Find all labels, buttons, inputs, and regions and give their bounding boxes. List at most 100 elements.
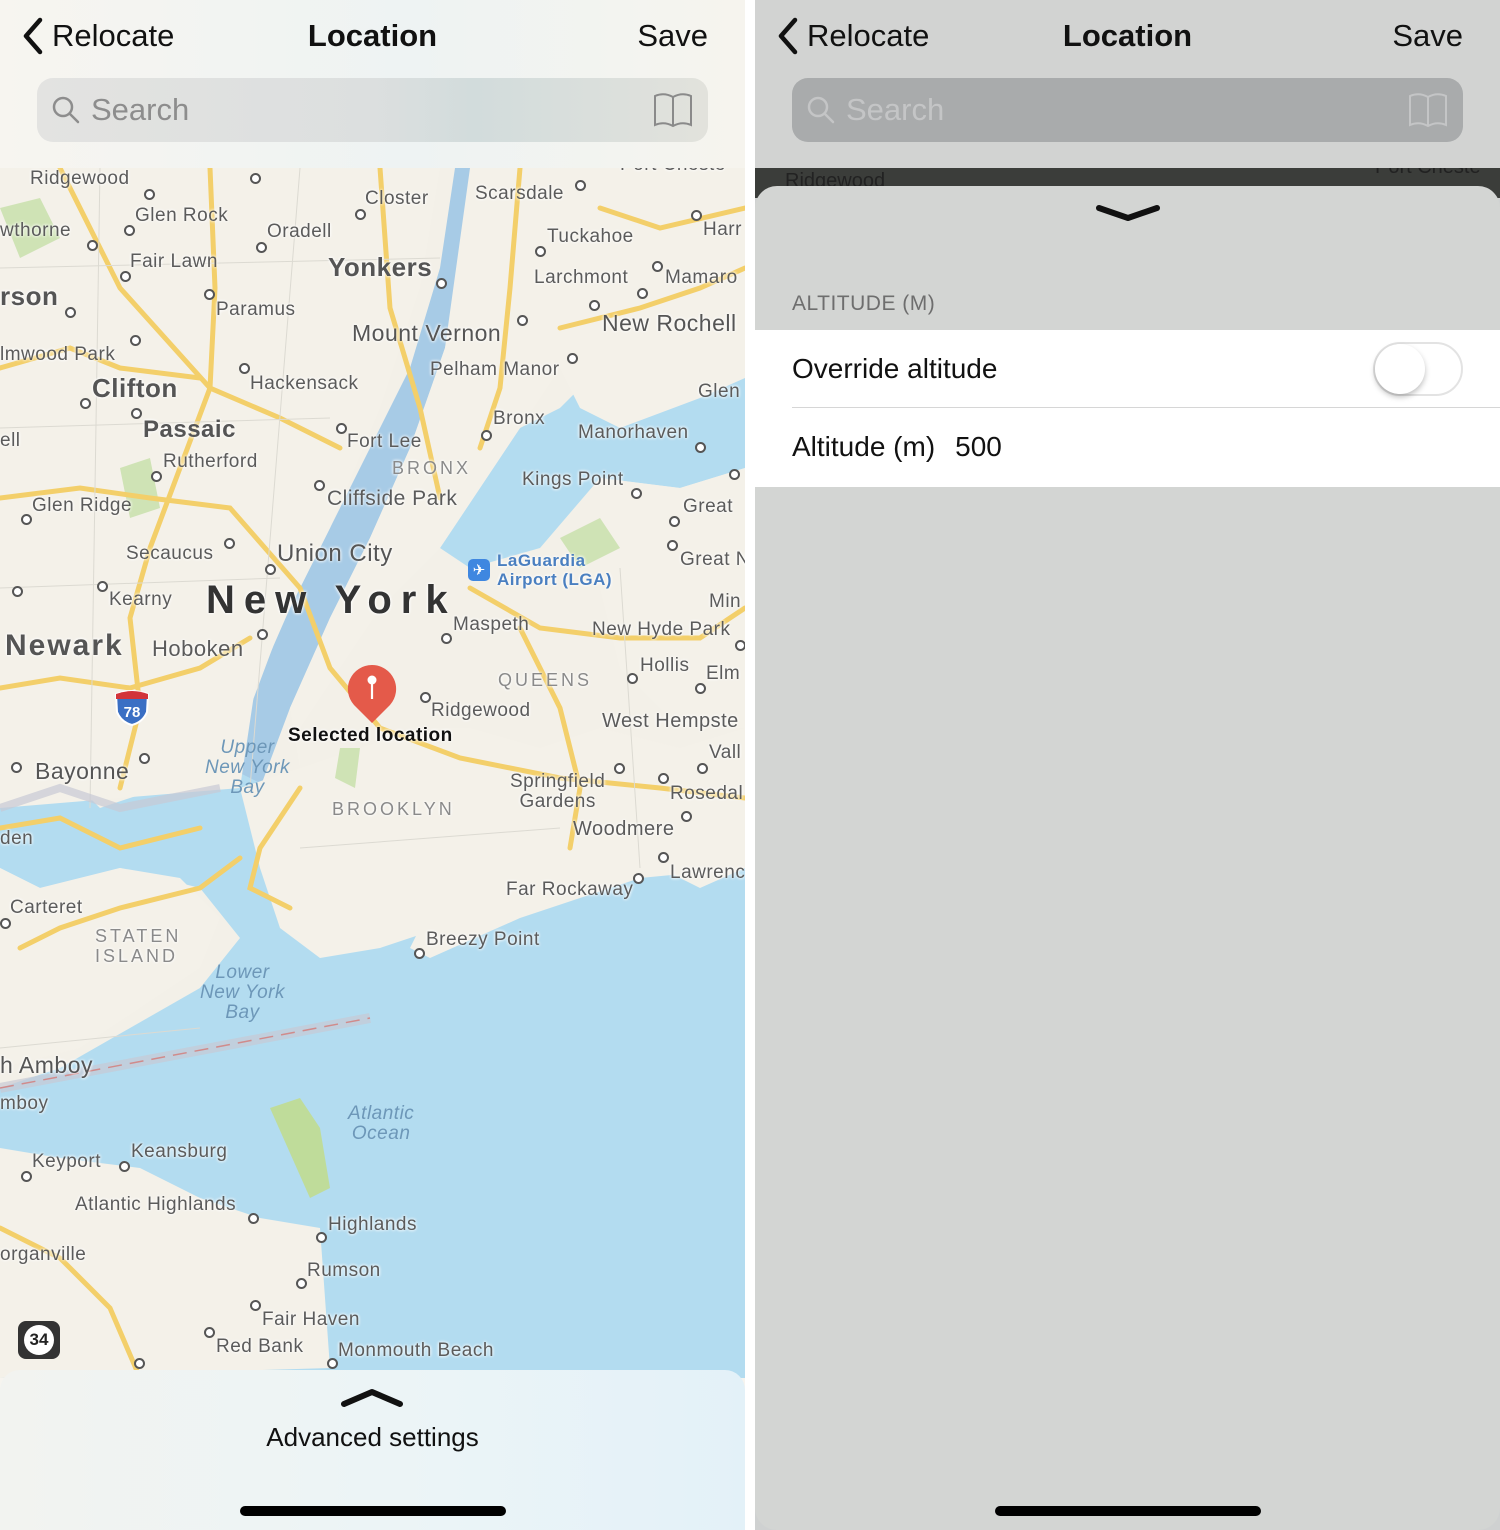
override-altitude-toggle[interactable]: [1373, 342, 1463, 396]
chevron-left-icon: [778, 17, 798, 55]
map-label: Rutherford: [163, 451, 258, 472]
map-label: rson: [0, 281, 59, 311]
map-label: Elm: [706, 663, 741, 684]
search-icon: [52, 96, 80, 124]
city-marker: [517, 315, 528, 326]
map-label: Tuckahoe: [547, 226, 634, 247]
toggle-knob: [1375, 344, 1425, 394]
search-bar[interactable]: [37, 78, 708, 142]
map-label: Oradell: [267, 221, 332, 242]
advanced-settings-sheet[interactable]: Advanced settings: [0, 1370, 745, 1530]
map-label: Port Cheste: [1375, 168, 1481, 179]
city-marker: [637, 288, 648, 299]
city-marker: [695, 442, 706, 453]
altitude-input[interactable]: [955, 431, 1156, 463]
city-marker: [204, 1327, 215, 1338]
city-marker: [481, 430, 492, 441]
chevron-left-icon: [23, 17, 43, 55]
city-marker: [667, 540, 678, 551]
interstate-number: 78: [124, 704, 141, 721]
save-button[interactable]: Save: [1392, 14, 1463, 58]
city-marker: [316, 1232, 327, 1243]
map-label: Bronx: [493, 408, 546, 429]
city-marker: [695, 683, 706, 694]
map-label: Highlands: [328, 1214, 417, 1235]
city-marker: [336, 423, 347, 434]
settings-screen: Relocate Location Save Ridgewood Port Ch…: [755, 0, 1500, 1530]
back-button[interactable]: Relocate: [775, 14, 929, 58]
city-marker: [250, 173, 261, 184]
map-label: Hoboken: [152, 636, 244, 661]
map-label: Glen: [698, 381, 741, 402]
map-label: wthorne: [0, 220, 72, 241]
map-label: Clifton: [92, 373, 178, 403]
search-input[interactable]: [91, 92, 652, 128]
map-label: Yonkers: [328, 252, 433, 282]
city-marker: [729, 469, 740, 480]
city-marker: [669, 516, 680, 527]
map-label: lmwood Park: [0, 344, 116, 365]
map-label: h Amboy: [0, 1052, 93, 1078]
airport-icon: ✈: [468, 559, 490, 581]
back-button-label: Relocate: [52, 18, 175, 53]
chevron-up-icon[interactable]: [340, 1384, 404, 1410]
map-label: Keyport: [32, 1151, 101, 1172]
map-label: Mount Vernon: [352, 320, 502, 346]
city-marker: [65, 307, 76, 318]
altitude-label: Altitude (m): [792, 431, 936, 462]
map-label: New Hyde Park: [592, 619, 731, 640]
search-input[interactable]: [846, 92, 1407, 128]
map-view[interactable]: Ridgewood Glen Rock Closter Scarsdale Po…: [0, 168, 745, 1378]
map-label: Harr: [703, 219, 742, 240]
city-marker: [589, 300, 600, 311]
map-label: Great: [683, 496, 734, 517]
override-altitude-label: Override altitude: [792, 352, 998, 384]
map-label: Hackensack: [250, 373, 359, 394]
altitude-settings-group: Override altitude Altitude (m): [755, 330, 1500, 487]
map-label: West Hempste: [602, 710, 739, 732]
city-marker: [735, 640, 745, 651]
bookmarks-icon[interactable]: [652, 92, 694, 128]
override-altitude-row: Override altitude: [792, 330, 1500, 408]
city-marker: [436, 278, 447, 289]
map-label: Bayonne: [35, 758, 130, 784]
city-marker: [631, 488, 642, 499]
home-indicator[interactable]: [239, 1506, 506, 1516]
map-screen: Relocate Location Save Search Ridgewood …: [0, 0, 745, 1530]
home-indicator[interactable]: [994, 1506, 1261, 1516]
map-label: Ridgewood: [431, 700, 531, 721]
city-marker: [420, 692, 431, 703]
selected-location-pin[interactable]: [346, 663, 398, 725]
map-pin-icon: [347, 664, 397, 723]
map-label: Passaic: [143, 416, 236, 443]
city-marker: [327, 1358, 338, 1369]
back-button[interactable]: Relocate: [20, 14, 174, 58]
map-label: BROOKLYN: [332, 799, 455, 819]
city-marker: [256, 242, 267, 253]
bookmarks-icon[interactable]: [1407, 92, 1449, 128]
map-label: Kearny: [109, 589, 173, 610]
map-label: New York: [206, 578, 457, 622]
city-marker: [535, 246, 546, 257]
city-marker: [567, 353, 578, 364]
search-icon: [807, 96, 835, 124]
route-number: 34: [24, 1325, 54, 1355]
map-label: Glen Ridge: [32, 495, 133, 516]
city-marker: [575, 180, 586, 191]
map-label: Breezy Point: [426, 929, 540, 950]
navigation-bar: Relocate Location Save: [755, 0, 1500, 168]
city-marker: [681, 811, 692, 822]
search-bar[interactable]: [792, 78, 1463, 142]
page-title: Location: [307, 18, 438, 53]
map-label: Hollis: [640, 655, 690, 676]
city-marker: [139, 753, 150, 764]
chevron-down-icon[interactable]: [1095, 202, 1161, 226]
city-marker: [257, 629, 268, 640]
map-label: Union City: [277, 540, 393, 567]
map-label: ell: [0, 430, 21, 451]
map-label: Fort Lee: [347, 431, 422, 452]
city-marker: [0, 918, 11, 929]
map-label: LaGuardia Airport (LGA): [497, 551, 613, 589]
save-button[interactable]: Save: [637, 14, 708, 58]
map-label: Secaucus: [126, 543, 214, 564]
